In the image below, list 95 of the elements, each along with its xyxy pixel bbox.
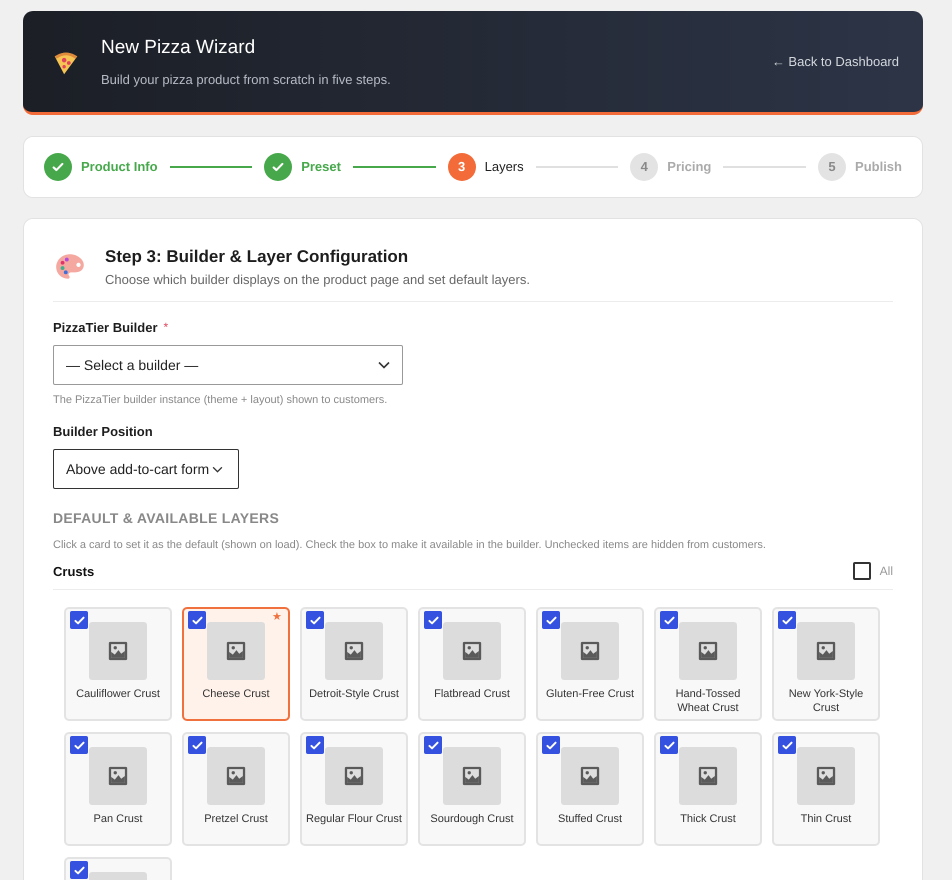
position-select[interactable]: Above add-to-cart form <box>53 449 239 489</box>
layer-card[interactable]: ★ Cheese Crust <box>182 607 290 721</box>
layer-name: Hand-Tossed Wheat Crust <box>674 687 742 715</box>
image-placeholder-icon <box>579 640 601 662</box>
layer-card[interactable]: Cauliflower Crust <box>64 607 172 721</box>
layer-checkbox[interactable] <box>70 736 88 754</box>
layer-card[interactable]: New York-Style Crust <box>772 607 880 721</box>
check-icon <box>426 614 440 626</box>
layer-checkbox[interactable] <box>424 736 442 754</box>
section-title: Step 3: Builder & Layer Configuration <box>105 246 410 268</box>
layer-name: Sourdough Crust <box>429 812 515 826</box>
layers-heading: DEFAULT & AVAILABLE LAYERS <box>53 509 280 528</box>
layer-card[interactable]: Sourdough Crust <box>418 732 526 846</box>
check-icon <box>190 738 204 752</box>
layer-name: Regular Flour Crust <box>305 812 403 826</box>
back-link[interactable]: ← Back to Dashboard <box>772 52 899 72</box>
image-placeholder-icon <box>225 765 247 787</box>
check-icon <box>544 614 558 626</box>
layer-name: Stuffed Crust <box>557 812 623 826</box>
image-placeholder-icon <box>579 765 601 787</box>
check-icon <box>662 614 676 626</box>
check-icon <box>308 614 322 626</box>
check-icon <box>72 864 86 876</box>
layer-card[interactable]: Gluten-Free Crust <box>536 607 644 721</box>
image-placeholder-icon <box>697 640 719 662</box>
layer-name: Detroit-Style Crust <box>308 687 400 701</box>
section-subtitle: Choose which builder displays on the product page and set default layers. <box>105 272 530 288</box>
image-placeholder-icon <box>343 640 365 662</box>
layer-checkbox[interactable] <box>70 611 88 629</box>
layer-checkbox[interactable] <box>542 736 560 754</box>
check-icon <box>780 614 794 626</box>
image-placeholder-icon <box>225 640 247 662</box>
layer-checkbox[interactable] <box>778 611 796 629</box>
image-placeholder-icon <box>815 640 837 662</box>
layer-checkbox[interactable] <box>188 611 206 629</box>
group-title: Crusts <box>53 562 94 580</box>
layer-name: Flatbread Crust <box>433 687 511 701</box>
select-all-label: All <box>880 563 893 580</box>
image-placeholder-icon <box>815 765 837 787</box>
step-number: 4 <box>630 153 658 181</box>
layer-card[interactable]: Pretzel Crust <box>182 732 290 846</box>
layer-name: Thick Crust <box>679 812 737 826</box>
layer-card[interactable]: Flatbread Crust <box>418 607 526 721</box>
check-icon <box>426 738 440 752</box>
default-indicator: ★ <box>272 612 282 623</box>
image-placeholder-icon <box>461 765 483 787</box>
field-label: Builder Position <box>53 422 154 440</box>
layer-card[interactable]: Hand-Tossed Wheat Crust <box>654 607 762 721</box>
wizard-title: New Pizza Wizard <box>101 36 256 60</box>
chevron-down-icon <box>378 361 390 369</box>
layer-checkbox[interactable] <box>188 736 206 754</box>
check-icon <box>72 614 86 626</box>
step-number: 3 <box>448 153 476 181</box>
layer-name: Gluten-Free Crust <box>544 687 636 701</box>
layer-name: Cheese Crust <box>201 687 271 701</box>
select-all-checkbox[interactable] <box>852 562 871 580</box>
step-label[interactable]: Layers <box>484 157 524 177</box>
chevron-down-icon <box>212 466 224 472</box>
layers-description: Click a card to set it as the default (shown on load). Check the box to make it available in the builder. Unchecked items are hidden from customers. <box>53 538 767 553</box>
layer-card[interactable]: Thin Crust <box>772 732 880 846</box>
layer-name: Pan Crust <box>92 812 144 826</box>
layer-card[interactable]: Regular Flour Crust <box>300 732 408 846</box>
layer-checkbox[interactable] <box>660 736 678 754</box>
layer-card[interactable]: Stuffed Crust <box>536 732 644 846</box>
image-placeholder-icon <box>461 640 483 662</box>
check-icon <box>308 738 322 752</box>
layer-checkbox[interactable] <box>660 611 678 629</box>
layer-checkbox[interactable] <box>778 736 796 754</box>
layer-card[interactable]: Detroit-Style Crust <box>300 607 408 721</box>
layer-name: Pretzel Crust <box>203 812 269 826</box>
wizard-subtitle: Build your pizza product from scratch in five steps. <box>101 71 391 89</box>
layer-checkbox[interactable] <box>542 611 560 629</box>
layer-checkbox[interactable] <box>424 611 442 629</box>
image-placeholder-icon <box>697 765 719 787</box>
check-icon <box>662 738 676 752</box>
required-mark: * <box>164 319 168 336</box>
layer-checkbox[interactable] <box>306 611 324 629</box>
check-icon <box>544 738 558 752</box>
layer-checkbox[interactable] <box>306 736 324 754</box>
layer-name: Thin Crust <box>800 812 852 826</box>
image-placeholder-icon <box>343 765 365 787</box>
layer-name: New York-Style Crust <box>788 687 864 715</box>
check-icon <box>72 738 86 752</box>
layer-checkbox[interactable] <box>70 861 88 879</box>
layer-card[interactable]: Pan Crust <box>64 732 172 846</box>
field-label: PizzaTier Builder <box>53 318 158 336</box>
field-help: The PizzaTier builder instance (theme + layout) shown to customers. <box>53 393 388 408</box>
check-icon <box>780 738 794 752</box>
step-number: 5 <box>818 153 846 181</box>
check-icon <box>190 614 204 626</box>
image-placeholder-icon <box>107 640 129 662</box>
image-placeholder-icon <box>107 765 129 787</box>
layer-card[interactable]: Thick Crust <box>654 732 762 846</box>
builder-select[interactable]: — Select a builder — <box>53 345 403 385</box>
layer-name: Cauliflower Crust <box>75 687 161 701</box>
